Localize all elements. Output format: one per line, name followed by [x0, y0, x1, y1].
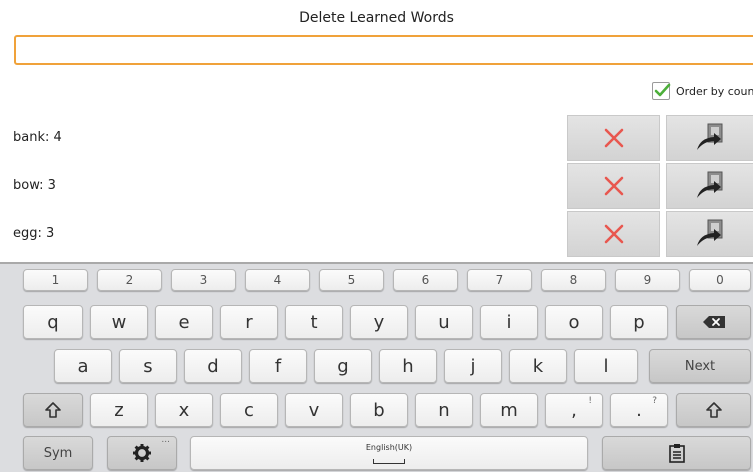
export-word-button[interactable] — [666, 211, 753, 257]
settings-key[interactable]: ... — [107, 435, 177, 470]
gear-icon — [133, 444, 151, 462]
period-label: . — [636, 399, 642, 421]
key-n[interactable]: n — [415, 393, 473, 427]
key-i[interactable]: i — [480, 305, 538, 339]
on-screen-keyboard: 1 2 3 4 5 6 7 8 9 0 q w e r t y u i o p … — [0, 262, 753, 472]
comma-alt-label: ! — [588, 396, 592, 406]
backspace-icon — [702, 316, 725, 328]
key-x[interactable]: x — [155, 393, 213, 427]
key-j[interactable]: j — [444, 349, 502, 383]
key-l[interactable]: l — [574, 349, 638, 383]
space-bar-icon — [373, 459, 405, 464]
export-word-button[interactable] — [666, 163, 753, 209]
close-icon — [604, 128, 623, 148]
key-1[interactable]: 1 — [23, 269, 88, 291]
sym-key[interactable]: Sym — [23, 436, 93, 470]
key-period[interactable]: . ? — [610, 393, 668, 427]
language-label: English(UK) — [365, 443, 413, 452]
next-key[interactable]: Next — [649, 349, 751, 383]
key-9[interactable]: 9 — [615, 269, 680, 291]
list-item: egg: 3 — [0, 211, 753, 257]
key-v[interactable]: v — [285, 393, 343, 427]
key-a[interactable]: a — [54, 349, 112, 383]
key-4[interactable]: 4 — [245, 269, 310, 291]
key-w[interactable]: w — [90, 305, 148, 339]
key-y[interactable]: y — [350, 305, 408, 339]
key-d[interactable]: d — [184, 349, 242, 383]
key-e[interactable]: e — [155, 305, 213, 339]
clipboard-icon — [668, 444, 685, 463]
clipboard-key[interactable] — [602, 436, 751, 470]
period-alt-label: ? — [652, 396, 657, 406]
key-8[interactable]: 8 — [541, 269, 606, 291]
key-5[interactable]: 5 — [319, 269, 384, 291]
close-icon — [604, 224, 623, 244]
shift-key-left[interactable] — [23, 393, 83, 427]
key-h[interactable]: h — [379, 349, 437, 383]
key-u[interactable]: u — [415, 305, 473, 339]
export-word-button[interactable] — [666, 115, 753, 161]
key-0[interactable]: 0 — [689, 269, 751, 291]
key-b[interactable]: b — [350, 393, 408, 427]
close-icon — [604, 176, 623, 196]
shift-arrow-icon — [45, 402, 61, 418]
space-key[interactable]: English(UK) — [190, 436, 588, 470]
key-6[interactable]: 6 — [393, 269, 458, 291]
backspace-key[interactable] — [676, 305, 751, 339]
page-title: Delete Learned Words — [299, 10, 454, 26]
key-3[interactable]: 3 — [171, 269, 236, 291]
key-r[interactable]: r — [220, 305, 278, 339]
delete-word-button[interactable] — [567, 211, 660, 257]
shift-arrow-icon — [705, 402, 722, 418]
order-by-label: Order by coun — [676, 84, 753, 98]
key-p[interactable]: p — [610, 305, 668, 339]
key-2[interactable]: 2 — [97, 269, 162, 291]
comma-label: , — [571, 399, 577, 421]
key-g[interactable]: g — [314, 349, 372, 383]
shift-key-right[interactable] — [676, 393, 751, 427]
word-label: bow: 3 — [13, 178, 56, 193]
key-m[interactable]: m — [480, 393, 538, 427]
list-item: bow: 3 — [0, 163, 753, 209]
key-f[interactable]: f — [249, 349, 307, 383]
order-by-toggle[interactable]: Order by coun — [652, 81, 753, 101]
key-7[interactable]: 7 — [467, 269, 532, 291]
word-label: bank: 4 — [13, 130, 62, 145]
key-o[interactable]: o — [545, 305, 603, 339]
export-arrow-icon — [697, 171, 723, 198]
key-comma[interactable]: , ! — [545, 393, 603, 427]
key-q[interactable]: q — [23, 305, 83, 339]
search-input[interactable] — [14, 35, 753, 65]
delete-word-button[interactable] — [567, 115, 660, 161]
key-s[interactable]: s — [119, 349, 177, 383]
key-t[interactable]: t — [285, 305, 343, 339]
delete-word-button[interactable] — [567, 163, 660, 209]
key-k[interactable]: k — [509, 349, 567, 383]
checkmark-icon — [654, 83, 671, 97]
settings-more-label: ... — [161, 435, 170, 445]
key-c[interactable]: c — [220, 393, 278, 427]
order-by-checkbox[interactable] — [652, 82, 671, 100]
word-label: egg: 3 — [13, 226, 55, 241]
key-z[interactable]: z — [90, 393, 148, 427]
list-item: bank: 4 — [0, 115, 753, 161]
export-arrow-icon — [697, 219, 723, 246]
export-arrow-icon — [697, 123, 723, 150]
